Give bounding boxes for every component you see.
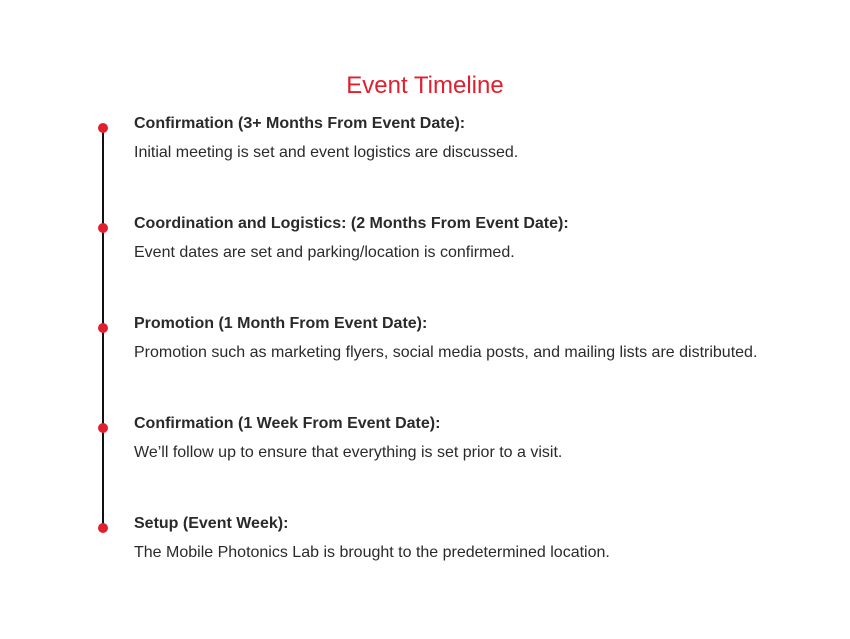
page-title: Event Timeline bbox=[346, 72, 504, 100]
timeline-item-description: The Mobile Photonics Lab is brought to t… bbox=[134, 544, 610, 561]
timeline-item-promotion: Promotion (1 Month From Event Date): Pro… bbox=[0, 315, 850, 380]
timeline-dot-icon bbox=[98, 323, 108, 333]
timeline-dot-icon bbox=[98, 523, 108, 533]
timeline-item-coordination-logistics: Coordination and Logistics: (2 Months Fr… bbox=[0, 215, 850, 280]
timeline-item-heading: Promotion (1 Month From Event Date): bbox=[134, 315, 428, 332]
timeline-item-confirmation-1-week: Confirmation (1 Week From Event Date): W… bbox=[0, 415, 850, 480]
timeline-item-description: Event dates are set and parking/location… bbox=[134, 244, 515, 261]
timeline-dot-icon bbox=[98, 423, 108, 433]
event-timeline-page: Event Timeline Confirmation (3+ Months F… bbox=[0, 0, 850, 639]
timeline-dot-icon bbox=[98, 223, 108, 233]
timeline-item-description: We’ll follow up to ensure that everythin… bbox=[134, 444, 563, 461]
timeline-item-heading: Setup (Event Week): bbox=[134, 515, 289, 532]
timeline-item-heading: Confirmation (3+ Months From Event Date)… bbox=[134, 115, 466, 132]
timeline-item-description: Promotion such as marketing flyers, soci… bbox=[134, 344, 758, 361]
timeline-item-heading: Coordination and Logistics: (2 Months Fr… bbox=[134, 215, 569, 232]
timeline-item-heading: Confirmation (1 Week From Event Date): bbox=[134, 415, 441, 432]
timeline-dot-icon bbox=[98, 123, 108, 133]
timeline-item-description: Initial meeting is set and event logisti… bbox=[134, 144, 519, 161]
timeline-item-setup: Setup (Event Week): The Mobile Photonics… bbox=[0, 515, 850, 580]
timeline-item-confirmation-3-months: Confirmation (3+ Months From Event Date)… bbox=[0, 115, 850, 180]
